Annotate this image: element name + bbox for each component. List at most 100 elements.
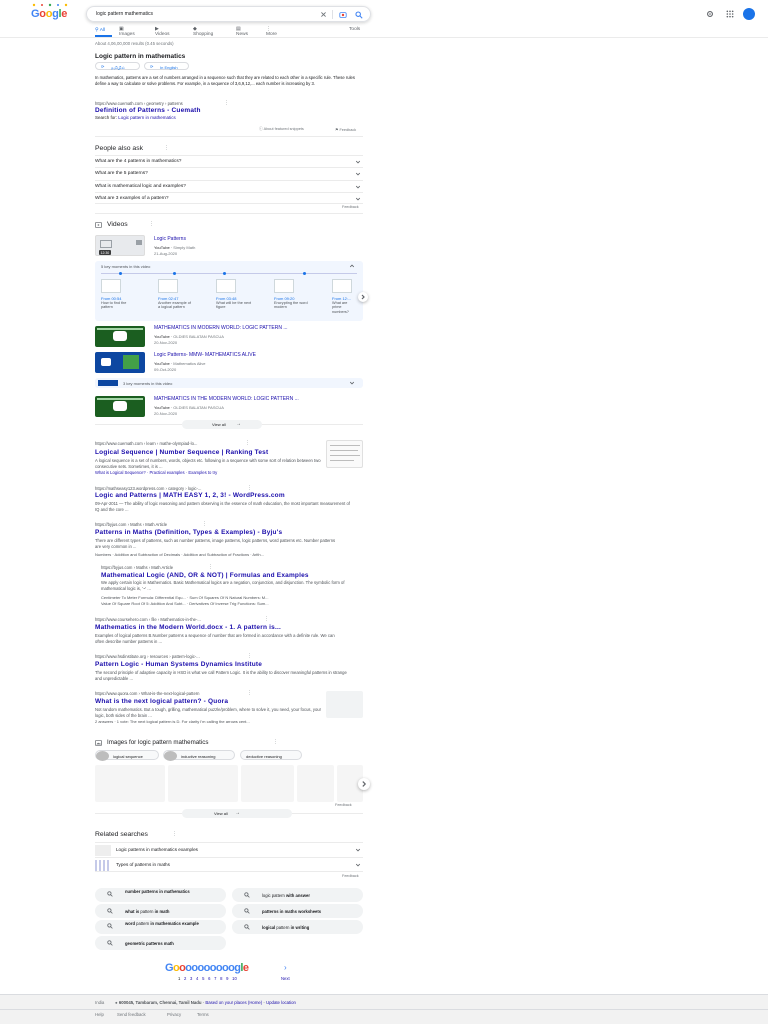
tab-news[interactable]: ▤ News [236,27,248,37]
result-thumbnail[interactable] [326,691,363,718]
more-options-icon[interactable]: ⋮ [247,653,252,659]
avatar[interactable] [743,8,755,20]
result-url[interactable]: https://www.cuemath.com › learn › mathe-… [95,441,197,446]
result-title-link[interactable]: Logic and Patterns | MATH EASY 1, 2, 3! … [95,492,285,499]
related-search-chip[interactable]: word pattern in mathematics example [95,920,226,934]
more-options-icon[interactable]: ⋮ [202,521,207,527]
lang-english-button[interactable]: ⟳ In English [144,62,189,70]
result-url[interactable]: https://www.quora.com › What-is-the-next… [95,691,200,696]
featured-url[interactable]: https://www.cuemath.com › geometry › pat… [95,101,183,106]
image-result[interactable] [168,765,238,802]
paa-question[interactable]: What are the 4 patterns in mathematics? [95,155,363,167]
key-moment[interactable]: From 02:47 Another example of a logical … [158,279,210,319]
result-url[interactable]: https://www.hsdinstitute.org › resources… [95,654,200,659]
tab-shopping[interactable]: ◆ Shopping [193,27,213,37]
chevron-up-icon[interactable] [349,263,355,269]
video-thumbnail[interactable]: 12:30 [95,235,145,256]
footer-help-link[interactable]: Help [95,1012,104,1017]
search-for-link[interactable]: Logic pattern in mathematics [118,115,176,120]
page-number[interactable]: 3 [190,976,192,981]
related-expand-item[interactable]: Logic patterns in mathematics examples [95,842,363,857]
video-thumbnail[interactable] [95,352,145,373]
about-snippets-link[interactable]: ⓘ About featured snippets [259,127,304,132]
search-box[interactable]: logic pattern mathematics [86,6,371,22]
more-options-icon[interactable]: ⋮ [245,440,250,446]
video-title-link[interactable]: Logic Patterns [154,236,186,242]
clear-icon[interactable] [320,11,327,20]
video-title-link[interactable]: MATHEMATICS IN MODERN WORLD: LOGIC PATTE… [154,325,288,331]
video-thumbnail[interactable] [95,326,145,347]
result-sitelinks[interactable]: Centimeter To Meter Formula: Differentia… [101,595,268,600]
moments-next-button[interactable] [358,292,368,302]
apps-grid-icon[interactable] [726,10,734,20]
footer-terms-link[interactable]: Terms [197,1012,209,1017]
tab-all[interactable]: ⚲ All [95,27,113,33]
tab-images[interactable]: ▣ Images [119,27,135,37]
timeline-track[interactable] [101,272,357,275]
more-options-icon[interactable]: ⋮ [264,616,269,622]
result-thumbnail[interactable] [326,440,363,468]
footer-feedback-link[interactable]: Send feedback [117,1012,146,1017]
image-chip[interactable]: inductive reasoning [163,750,235,761]
related-search-chip[interactable]: logical pattern in writing [232,920,363,934]
result-sitelinks[interactable]: Value Of Square Root Of 5: Addition And … [101,601,269,606]
lens-icon[interactable] [339,11,347,21]
key-moment[interactable]: From 03:48 What will be the next figure [216,279,268,319]
result-title-link[interactable]: Logical Sequence | Number Sequence | Ran… [95,449,268,456]
video-title-link[interactable]: Logic Patterns- MMW- MATHEMATICS ALIVE [154,352,256,358]
result-title-link[interactable]: Mathematical Logic (AND, OR & NOT) | For… [101,572,309,579]
featured-title-link[interactable]: Definition of Patterns - Cuemath [95,107,201,114]
related-search-chip[interactable]: patterns in maths worksheets [232,904,363,918]
page-number[interactable]: 10 [232,976,237,981]
result-url[interactable]: https://byjus.com › Maths › Math Article [101,565,173,570]
more-options-icon[interactable]: ⋮ [149,221,154,227]
page-number[interactable]: 9 [226,976,228,981]
page-number[interactable]: 5 [202,976,204,981]
more-options-icon[interactable]: ⋮ [164,145,169,151]
result-title-link[interactable]: Mathematics in the Modern World.docx - 1… [95,624,281,631]
google-logo[interactable]: Google [31,8,67,20]
paa-feedback-link[interactable]: Feedback [342,205,359,209]
feedback-link[interactable]: ⚑ Feedback [335,127,356,132]
image-chip[interactable]: logical sequence [95,750,159,761]
related-expand-item[interactable]: Types of patterns in maths [95,857,363,872]
paa-question[interactable]: What are the 5 patterns? [95,167,363,179]
more-options-icon[interactable]: ⋮ [208,564,213,570]
tools-button[interactable]: Tools [349,27,360,32]
search-icon[interactable] [355,10,363,21]
search-input[interactable]: logic pattern mathematics [96,11,153,17]
page-number[interactable]: 6 [208,976,210,981]
page-number[interactable]: 8 [220,976,222,981]
result-sitelinks[interactable]: What is Logical Sequence? · Practical ex… [95,470,217,475]
settings-icon[interactable] [706,10,714,20]
tab-videos[interactable]: ▶ Videos [155,27,170,37]
related-search-chip[interactable]: logic pattern with answer [232,888,363,902]
result-url[interactable]: https://byjus.com › Maths › Math Article [95,522,167,527]
result-sitelinks[interactable]: Numbers · Addition and Subtraction of De… [95,552,264,557]
paa-question[interactable]: What are 3 examples of a pattern? [95,192,363,204]
based-on-places-link[interactable]: Based on your places (Home) [205,1000,262,1005]
image-result[interactable] [241,765,294,802]
related-search-chip[interactable]: number patterns in mathematics [95,888,226,902]
video-thumbnail[interactable] [95,396,145,417]
key-moment[interactable]: From 09:20 Encrypting the word modern [274,279,326,319]
result-title-link[interactable]: Patterns in Maths (Definition, Types & E… [95,529,282,536]
tab-more[interactable]: ⋮ More [266,27,277,37]
videos-view-all-button[interactable]: View all → [182,420,262,429]
more-options-icon[interactable]: ⋮ [273,739,278,745]
related-feedback-link[interactable]: Feedback [342,874,359,878]
pagination-next-arrow-icon[interactable]: › [284,963,287,972]
page-number[interactable]: 2 [184,976,186,981]
related-search-chip[interactable]: what is pattern in math [95,904,226,918]
lang-tamil-button[interactable]: ⟳ தமிழில் [95,62,140,70]
page-number[interactable]: 4 [196,976,198,981]
result-title-link[interactable]: What is the next logical pattern? - Quor… [95,698,228,705]
more-options-icon[interactable]: ⋮ [172,831,177,837]
key-moment[interactable]: From 12:... What are prime numbers? [332,279,360,319]
next-page-link[interactable]: Next [281,976,290,981]
more-options-icon[interactable]: ⋮ [247,690,252,696]
more-options-icon[interactable]: ⋮ [247,485,252,491]
images-next-button[interactable] [358,778,370,790]
more-options-icon[interactable]: ⋮ [224,100,229,106]
image-result[interactable] [297,765,334,802]
